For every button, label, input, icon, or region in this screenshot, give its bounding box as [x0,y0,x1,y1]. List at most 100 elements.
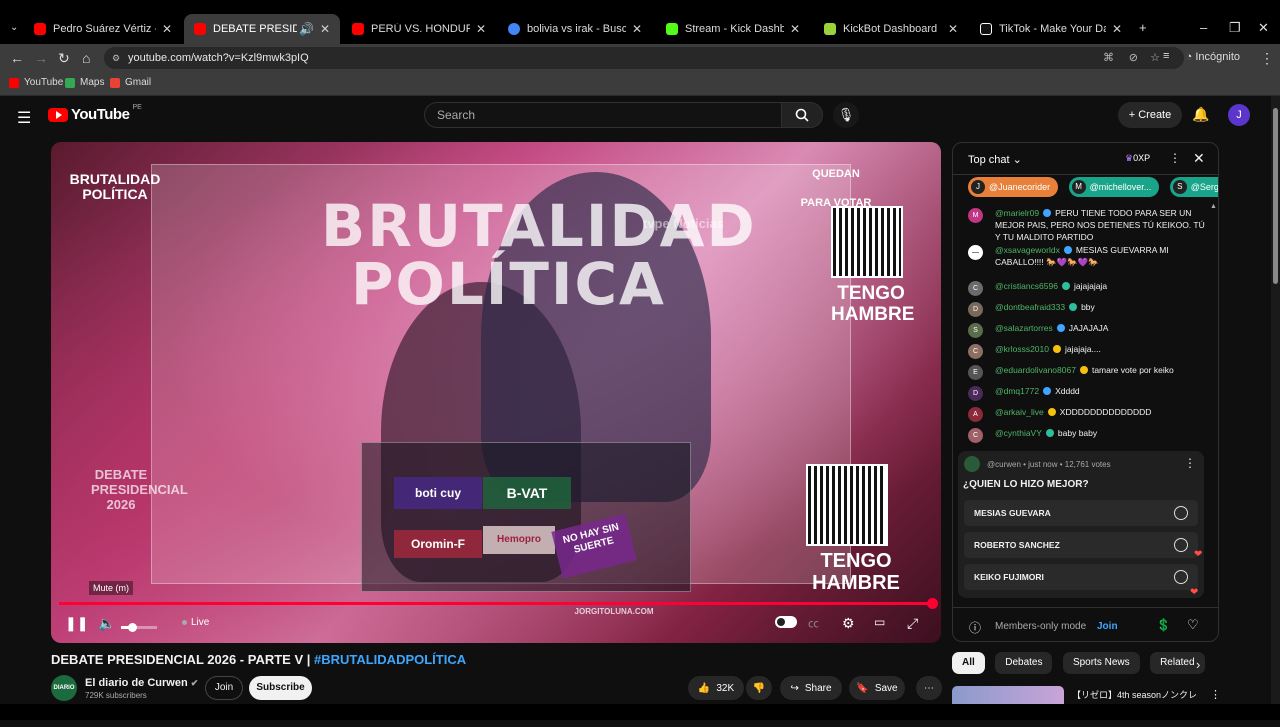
chat-author[interactable]: @xsavageworldx [995,245,1060,255]
bookmark-youtube[interactable]: YouTube [9,77,63,88]
chat-author[interactable]: @arkaiv_live [995,407,1044,417]
close-tab-icon[interactable]: ✕ [162,22,172,36]
chat-author-avatar[interactable]: — [968,245,983,260]
chip-sports-news[interactable]: Sports News [1062,652,1140,674]
poll-option[interactable]: MESIAS GUEVARA [964,500,1198,526]
like-button[interactable]: 👍 32K [688,676,744,700]
chat-author-avatar[interactable]: M [968,208,983,223]
fullscreen-icon[interactable]: ⤢ [907,615,918,632]
volume-knob[interactable] [127,623,137,632]
chat-author-avatar[interactable]: C [968,281,983,296]
ticker-item[interactable]: M @michellover... [1068,177,1160,197]
related-more-icon[interactable]: ⋮ [1210,688,1221,701]
save-button[interactable]: 🔖 Save [849,676,905,700]
chat-author[interactable]: @dontbeafraid333 [995,302,1065,312]
chat-author[interactable]: @marielr09 [995,208,1039,218]
chat-author[interactable]: @cristiancs6596 [995,281,1058,291]
page-scrollbar-thumb[interactable] [1273,108,1278,284]
related-video-title[interactable]: 【リゼロ】4th seasonノンクレ [1072,688,1202,701]
browser-tab-active[interactable]: DEBATE PRESIDENCIAL 2026 🔊 ✕ [184,14,340,44]
dislike-button[interactable]: 👎 [746,676,772,700]
subscribe-button[interactable]: Subscribe [249,676,312,700]
incognito-indicator[interactable]: ◔ Incógnito [1186,51,1240,63]
more-actions-button[interactable]: ⋯ [916,676,942,700]
xp-badge[interactable]: ♛0XP [1125,153,1150,164]
search-input[interactable]: Search [424,102,782,128]
chat-author[interactable]: @krlosss2010 [995,344,1049,354]
pause-icon[interactable]: ❚❚ [65,615,88,632]
channel-avatar[interactable]: DIARIO CURWEN [51,675,78,717]
chat-author-avatar[interactable]: D [968,386,983,401]
create-button[interactable]: + Create [1118,102,1182,128]
channel-name[interactable]: El diario de Curwen ✔ [85,677,198,689]
chat-scroll-up-icon[interactable]: ▲ [1210,203,1217,210]
voice-search-button[interactable]: 🎙 [833,102,859,128]
chat-author-avatar[interactable]: E [968,365,983,380]
chat-join-button[interactable]: Join [1097,621,1118,632]
forward-icon[interactable]: → [34,50,48,66]
chat-author[interactable]: @eduardolivano8067 [995,365,1076,375]
restore-icon[interactable]: ❐ [1229,20,1241,36]
media-control-icon[interactable]: ≡ [1163,50,1169,62]
chat-author-avatar[interactable]: C [968,428,983,443]
chat-author-avatar[interactable]: S [968,323,983,338]
close-tab-icon[interactable]: ✕ [790,22,800,36]
poll-option[interactable]: KEIKO FUJIMORI [964,564,1198,590]
browser-tab[interactable]: Pedro Suárez Vértiz - Cuéntame ✕ [24,14,182,44]
translate-icon[interactable]: ⌘ [1103,47,1114,69]
close-tab-icon[interactable]: ✕ [632,22,642,36]
autoplay-toggle[interactable] [775,616,797,628]
chat-author-avatar[interactable]: C [968,344,983,359]
close-tab-icon[interactable]: ✕ [1112,22,1122,36]
info-icon[interactable]: ⓘ [969,619,981,636]
reload-icon[interactable]: ↻ [58,50,70,67]
close-tab-icon[interactable]: ✕ [948,22,958,36]
chat-author-avatar[interactable]: D [968,302,983,317]
captions-icon[interactable]: ㏄ [808,615,819,631]
search-button[interactable] [781,102,823,128]
browser-tab[interactable]: Stream - Kick Dashboard ✕ [656,14,810,44]
video-player[interactable]: BRUTALIDAD POLÍTICA BRUTALIDAD POLÍTICA … [51,142,941,643]
bookmark-gmail[interactable]: Gmail [110,77,151,88]
chat-more-icon[interactable]: ⋮ [1169,151,1181,165]
browser-tab[interactable]: PERÚ VS. HONDURAS [2-2] RE ✕ [342,14,496,44]
chat-author[interactable]: @cynthiaVY [995,428,1042,438]
new-tab-icon[interactable]: + [1139,20,1147,35]
ticker-item[interactable]: J @Juanecorider [968,177,1059,197]
eye-off-icon[interactable]: ⊘ [1129,47,1138,69]
browser-tab[interactable]: bolivia vs irak - Buscar con Goo ✕ [498,14,652,44]
poll-option[interactable]: ROBERTO SANCHEZ [964,532,1198,558]
browser-tab[interactable]: TikTok - Make Your Day ✕ [970,14,1132,44]
speaker-icon[interactable]: 🔊 [299,22,314,36]
progress-bar[interactable] [59,598,938,609]
chat-author[interactable]: @dmq1772 [995,386,1039,396]
home-icon[interactable]: ⌂ [82,50,90,66]
chip-all[interactable]: All [952,652,985,674]
theater-mode-icon[interactable]: ▭ [874,615,885,629]
chat-author[interactable]: @salazartorres [995,323,1053,333]
chat-author-avatar[interactable]: A [968,407,983,422]
progress-scrubber[interactable] [927,598,938,609]
bookmark-maps[interactable]: Maps [65,77,104,88]
close-tab-icon[interactable]: ✕ [476,22,486,36]
minimize-icon[interactable]: – [1200,20,1207,35]
settings-gear-icon[interactable]: ⚙ [842,615,855,632]
close-chat-icon[interactable]: ✕ [1193,150,1205,167]
heart-icon[interactable]: ♡ [1187,617,1199,633]
volume-icon[interactable]: 🔈 [98,615,115,632]
close-window-icon[interactable]: ✕ [1258,20,1269,36]
menu-icon[interactable]: ☰ [17,108,31,128]
join-channel-button[interactable]: Join [205,676,243,700]
notifications-bell-icon[interactable]: 🔔 [1192,106,1209,123]
browser-menu-icon[interactable]: ⋮ [1260,50,1274,67]
volume-slider[interactable] [121,623,157,632]
browser-tab[interactable]: KickBot Dashboard ✕ [814,14,968,44]
site-info-icon[interactable]: ⚙ [112,47,120,69]
super-chat-dollar-icon[interactable]: 💲 [1156,618,1171,632]
chevron-right-icon[interactable]: › [1196,657,1200,672]
chat-mode-dropdown[interactable]: Top chat ⌄ [968,153,1022,166]
bookmark-star-icon[interactable]: ☆ [1150,47,1160,69]
account-avatar[interactable]: J [1228,104,1250,126]
poll-more-icon[interactable]: ⋮ [1184,456,1196,470]
url-field[interactable]: ⚙ youtube.com/watch?v=Kzl9mwk3pIQ ⌘ ⊘ ☆ [104,47,1184,69]
